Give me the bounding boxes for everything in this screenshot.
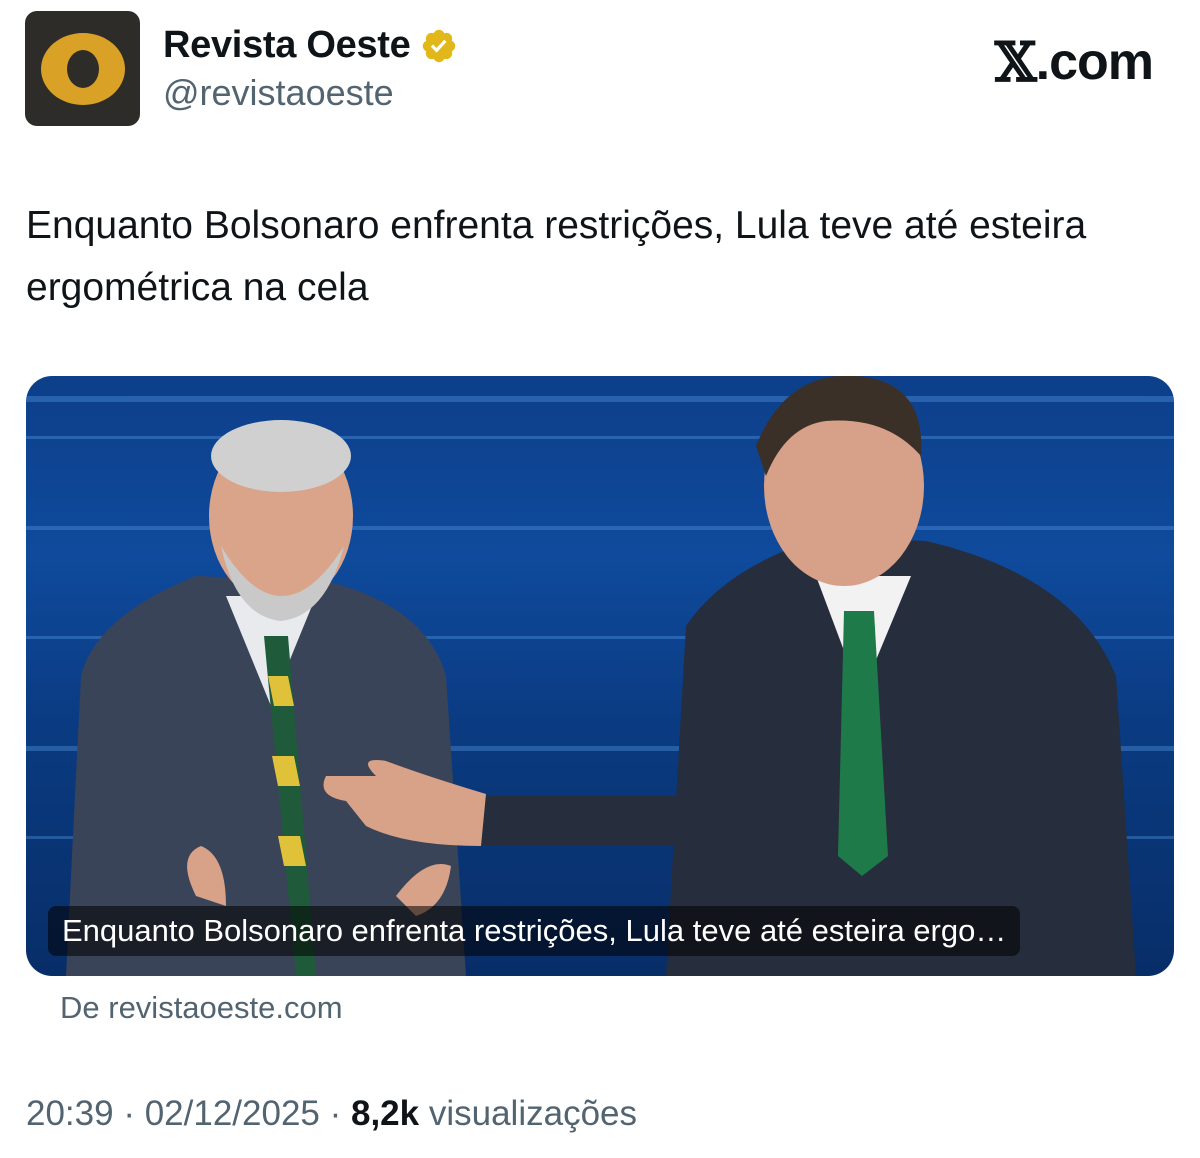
author-display-name[interactable]: Revista Oeste: [163, 24, 411, 67]
avatar[interactable]: [25, 11, 140, 126]
x-logo-icon: 𝕏: [994, 30, 1037, 94]
card-caption: Enquanto Bolsonaro enfrenta restrições, …: [48, 906, 1021, 956]
meta-separator: ·: [113, 1094, 145, 1133]
views-label: visualizações: [428, 1094, 637, 1133]
views-count: 8,2k: [350, 1094, 420, 1133]
verified-badge-icon[interactable]: [420, 27, 458, 65]
x-logo-suffix: .com: [1035, 33, 1154, 91]
link-card-media[interactable]: Enquanto Bolsonaro enfrenta restrições, …: [26, 376, 1174, 976]
author-name-row: Revista Oeste: [163, 24, 458, 67]
author-handle[interactable]: @revistaoeste: [163, 72, 394, 114]
tweet: Revista Oeste @revistaoeste 𝕏 .com Enqua…: [0, 0, 1200, 1158]
card-source-link[interactable]: De revistaoeste.com: [60, 990, 343, 1026]
news-photo: [26, 376, 1174, 976]
tweet-text: Enquanto Bolsonaro enfrenta restrições, …: [26, 204, 1087, 309]
x-com-logo: 𝕏 .com: [994, 30, 1154, 94]
tweet-time[interactable]: 20:39: [26, 1094, 114, 1133]
tweet-date[interactable]: 02/12/2025: [145, 1094, 320, 1133]
avatar-logo: [40, 32, 125, 105]
tweet-meta: 20:39 · 02/12/2025 · 8,2k visualizações: [26, 1094, 637, 1134]
meta-separator: ·: [319, 1094, 351, 1133]
